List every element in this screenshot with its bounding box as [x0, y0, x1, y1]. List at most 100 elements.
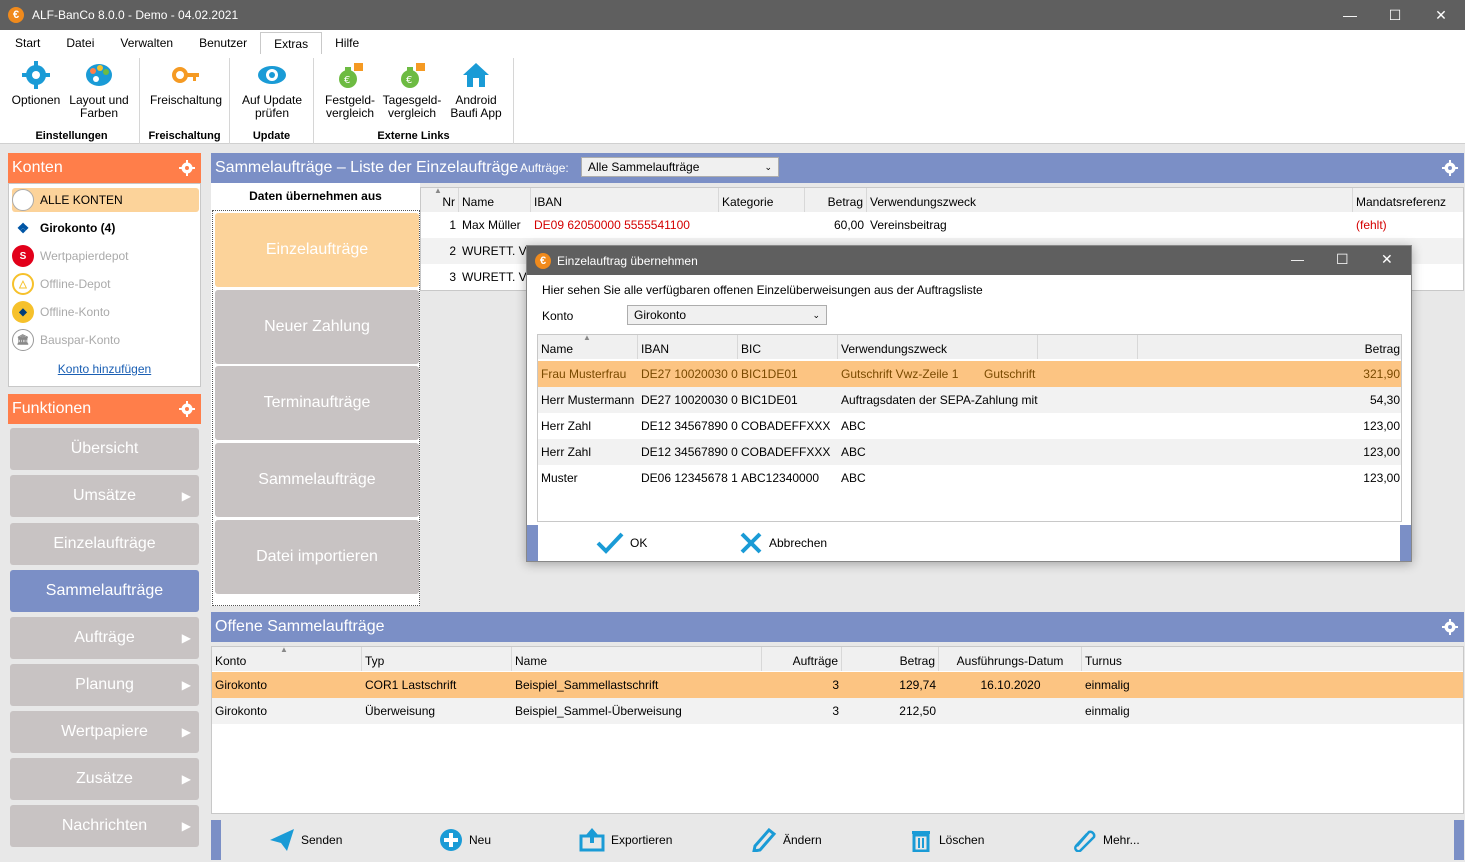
title-bar: € ALF-BanCo 8.0.0 - Demo - 04.02.2021 — … [0, 0, 1465, 30]
menu-verwalten[interactable]: Verwalten [107, 32, 186, 54]
col-betrag[interactable]: Betrag [842, 647, 939, 671]
funktion-label: Umsätze [72, 487, 137, 504]
table-row[interactable]: Girokonto COR1 Lastschrift Beispiel_Samm… [212, 672, 1463, 698]
funktion-uebersicht[interactable]: Übersicht [10, 428, 199, 470]
update-button[interactable]: Auf Update prüfen [236, 60, 308, 120]
konto-item-bauspar[interactable]: 🏛 Bauspar-Konto [12, 328, 199, 352]
minimize-icon[interactable]: — [1291, 252, 1304, 267]
konto-item-wertpapierdepot[interactable]: S Wertpapierdepot [12, 244, 199, 268]
col-turnus[interactable]: Turnus [1082, 647, 1463, 671]
table-row[interactable]: Herr Zahl DE12 34567890 0 COBADEFFXXX AB… [538, 439, 1401, 465]
col-name[interactable]: Name [459, 188, 531, 212]
table-row[interactable]: Herr Mustermann DE27 10020030 0 BIC1DE01… [538, 387, 1401, 413]
offene-header: Offene Sammelaufträge [211, 612, 1464, 642]
sort-arrow-icon: ▲ [583, 334, 591, 342]
menu-benutzer[interactable]: Benutzer [186, 32, 260, 54]
konto-select[interactable]: Girokonto ⌄ [627, 305, 827, 325]
col-verwendungszweck[interactable]: Verwendungszweck [867, 188, 1353, 212]
konto-item-offline-konto[interactable]: ◆ Offline-Konto [12, 300, 199, 324]
freischaltung-button[interactable]: Freischaltung [146, 60, 226, 107]
arrow-right-icon: ▶ [181, 819, 191, 833]
funktion-nachrichten[interactable]: Nachrichten ▶ [10, 805, 199, 847]
cell-verwendungszweck: Auftragsdaten der SEPA-Zahlung mit [841, 393, 1038, 407]
menu-hilfe[interactable]: Hilfe [322, 32, 372, 54]
col-iban[interactable]: IBAN [638, 335, 738, 359]
auftraege-filter-select[interactable]: Alle Sammelaufträge ⌄ [581, 157, 779, 177]
cell-name: Max Müller [462, 218, 521, 232]
gear-icon[interactable] [1442, 619, 1458, 635]
loeschen-button[interactable]: Löschen [909, 826, 984, 854]
konto-hinzufuegen-link[interactable]: Konto hinzufügen [9, 362, 200, 376]
col-kategorie[interactable]: Kategorie [719, 188, 805, 212]
svg-text:€: € [406, 75, 412, 86]
cell-name: Herr Mustermann [541, 393, 635, 407]
close-icon[interactable]: ✕ [1418, 0, 1464, 30]
konto-item-offline-depot[interactable]: △ Offline-Depot [12, 272, 199, 296]
menu-bar: Start Datei Verwalten Benutzer Extras Hi… [0, 30, 1465, 54]
daten-terminauftraege-button[interactable]: Terminaufträge [215, 366, 419, 440]
cell-name: Muster [541, 471, 578, 485]
funktion-zusaetze[interactable]: Zusätze ▶ [10, 758, 199, 800]
close-icon[interactable]: ✕ [1381, 251, 1393, 268]
cell-mandatsreferenz: (fehlt) [1356, 218, 1387, 232]
col-extra[interactable] [1038, 335, 1138, 359]
daten-einzelauftraege-button[interactable]: Einzelaufträge [215, 213, 419, 287]
neu-button[interactable]: Neu [439, 826, 491, 854]
col-name[interactable]: Name [512, 647, 762, 671]
exportieren-button[interactable]: Exportieren [579, 826, 672, 854]
gear-icon[interactable] [179, 401, 195, 417]
col-ausfuehrungsdatum[interactable]: Ausführungs-Datum [939, 647, 1082, 671]
funktion-wertpapiere[interactable]: Wertpapiere ▶ [10, 711, 199, 753]
daten-datei-importieren-button[interactable]: Datei importieren [215, 520, 419, 594]
layout-farben-button[interactable]: Layout und Farben [66, 60, 132, 120]
gear-icon[interactable] [179, 160, 195, 176]
dialog-button-bar: OK Abbrechen [527, 525, 1411, 561]
optionen-button[interactable]: Optionen [8, 60, 64, 107]
funktion-einzelauftraege[interactable]: Einzelaufträge [10, 523, 199, 565]
maximize-icon[interactable]: ☐ [1336, 251, 1349, 268]
minimize-icon[interactable]: — [1327, 0, 1373, 30]
cell-name: Beispiel_Sammel-Überweisung [515, 704, 682, 718]
cell-name: Herr Zahl [541, 419, 592, 433]
menu-extras[interactable]: Extras [260, 32, 323, 54]
gear-icon[interactable] [1442, 160, 1458, 176]
menu-start[interactable]: Start [2, 32, 53, 54]
mehr-button[interactable]: Mehr... [1071, 826, 1140, 854]
abbrechen-label: Abbrechen [769, 536, 828, 550]
col-mandatsreferenz[interactable]: Mandatsreferenz [1353, 188, 1463, 212]
tagesgeld-button[interactable]: € Tagesgeld- vergleich [380, 60, 444, 120]
daten-neue-zahlung-button[interactable]: Neuer Zahlung [215, 290, 419, 364]
table-row[interactable]: Girokonto Überweisung Beispiel_Sammel-Üb… [212, 698, 1463, 724]
table-row[interactable]: Muster DE06 12345678 1 ABC12340000 ABC 1… [538, 465, 1401, 491]
funktion-sammelauftraege[interactable]: Sammelaufträge [10, 570, 199, 612]
ok-button[interactable]: OK [596, 529, 647, 557]
cell-nr: 3 [449, 270, 456, 284]
senden-button[interactable]: Senden [269, 826, 342, 854]
funktion-planung[interactable]: Planung ▶ [10, 664, 199, 706]
konto-item-alle[interactable]: ALLE KONTEN [12, 188, 199, 212]
funktion-auftraege[interactable]: Aufträge ▶ [10, 617, 199, 659]
funktion-umsaetze[interactable]: Umsätze ▶ [10, 475, 199, 517]
arrow-right-icon: ▶ [181, 678, 191, 692]
col-iban[interactable]: IBAN [531, 188, 719, 212]
konto-item-girokonto[interactable]: ❖ Girokonto (4) [12, 216, 199, 240]
aendern-button[interactable]: Ändern [751, 826, 822, 854]
col-verwendungszweck[interactable]: Verwendungszweck [838, 335, 1038, 359]
konto-label: Offline-Konto [40, 305, 110, 319]
menu-datei[interactable]: Datei [53, 32, 107, 54]
android-baufi-button[interactable]: Android Baufi App [446, 60, 506, 120]
col-betrag[interactable]: Betrag [1138, 335, 1401, 359]
arrow-right-icon: ▶ [181, 489, 191, 503]
ok-label: OK [630, 536, 648, 550]
col-auftraege[interactable]: Aufträge [762, 647, 842, 671]
table-row[interactable]: 1 Max Müller DE09 62050000 5555541100 60… [421, 212, 1463, 238]
col-betrag[interactable]: Betrag [805, 188, 867, 212]
daten-sammelauftraege-button[interactable]: Sammelaufträge [215, 443, 419, 517]
col-typ[interactable]: Typ [362, 647, 512, 671]
maximize-icon[interactable]: ☐ [1372, 0, 1418, 30]
abbrechen-button[interactable]: Abbrechen [739, 529, 827, 557]
festgeld-button[interactable]: € Festgeld- vergleich [320, 60, 380, 120]
col-bic[interactable]: BIC [738, 335, 838, 359]
table-row[interactable]: Frau Musterfrau DE27 10020030 0 BIC1DE01… [538, 361, 1401, 387]
table-row[interactable]: Herr Zahl DE12 34567890 0 COBADEFFXXX AB… [538, 413, 1401, 439]
